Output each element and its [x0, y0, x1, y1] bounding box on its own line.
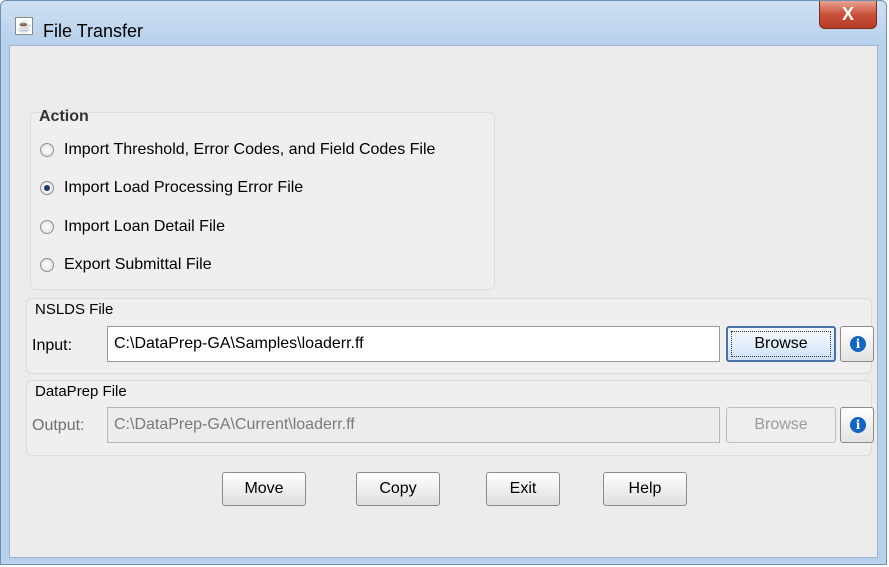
radio-import-load-processing-error[interactable]: Import Load Processing Error File: [40, 177, 303, 199]
radio-button-selected-icon[interactable]: [40, 181, 54, 195]
dataprep-group-label: DataPrep File: [35, 383, 127, 400]
radio-export-submittal[interactable]: Export Submittal File: [40, 254, 212, 276]
info-icon: i: [850, 417, 866, 433]
input-browse-label: Browse: [754, 335, 808, 352]
radio-import-loan-detail[interactable]: Import Loan Detail File: [40, 216, 225, 238]
title-bar[interactable]: ☕ File Transfer X: [1, 1, 886, 45]
input-info-button[interactable]: i: [840, 326, 874, 362]
output-browse-button[interactable]: Browse: [726, 407, 836, 443]
window-title: File Transfer: [43, 21, 144, 41]
file-transfer-window: ☕ File Transfer X Action Import Threshol…: [0, 0, 887, 565]
copy-button[interactable]: Copy: [356, 472, 440, 506]
output-label: Output:: [32, 417, 85, 434]
help-button[interactable]: Help: [603, 472, 687, 506]
input-browse-button[interactable]: Browse: [726, 326, 836, 362]
radio-button-icon[interactable]: [40, 143, 54, 157]
input-label: Input:: [32, 337, 73, 354]
radio-button-icon[interactable]: [40, 258, 54, 272]
java-app-icon[interactable]: ☕: [15, 17, 33, 35]
exit-button[interactable]: Exit: [486, 472, 560, 506]
input-path-field[interactable]: C:\DataPrep-GA\Samples\loaderr.ff: [107, 326, 720, 362]
radio-label-export-submittal: Export Submittal File: [64, 256, 212, 273]
radio-label-import-threshold: Import Threshold, Error Codes, and Field…: [64, 141, 436, 158]
radio-import-threshold[interactable]: Import Threshold, Error Codes, and Field…: [40, 139, 435, 161]
output-info-button[interactable]: i: [840, 407, 874, 443]
nslds-group-label: NSLDS File: [35, 301, 114, 318]
close-button[interactable]: X: [819, 1, 877, 29]
radio-label-import-loan-detail: Import Loan Detail File: [64, 218, 225, 235]
radio-button-icon[interactable]: [40, 220, 54, 234]
action-group-label: Action: [39, 108, 89, 125]
radio-label-import-load-processing-error: Import Load Processing Error File: [64, 179, 304, 196]
move-button[interactable]: Move: [222, 472, 306, 506]
output-path-field[interactable]: C:\DataPrep-GA\Current\loaderr.ff: [107, 407, 720, 443]
info-icon: i: [850, 336, 866, 352]
dialog-content: Action Import Threshold, Error Codes, an…: [9, 45, 878, 558]
